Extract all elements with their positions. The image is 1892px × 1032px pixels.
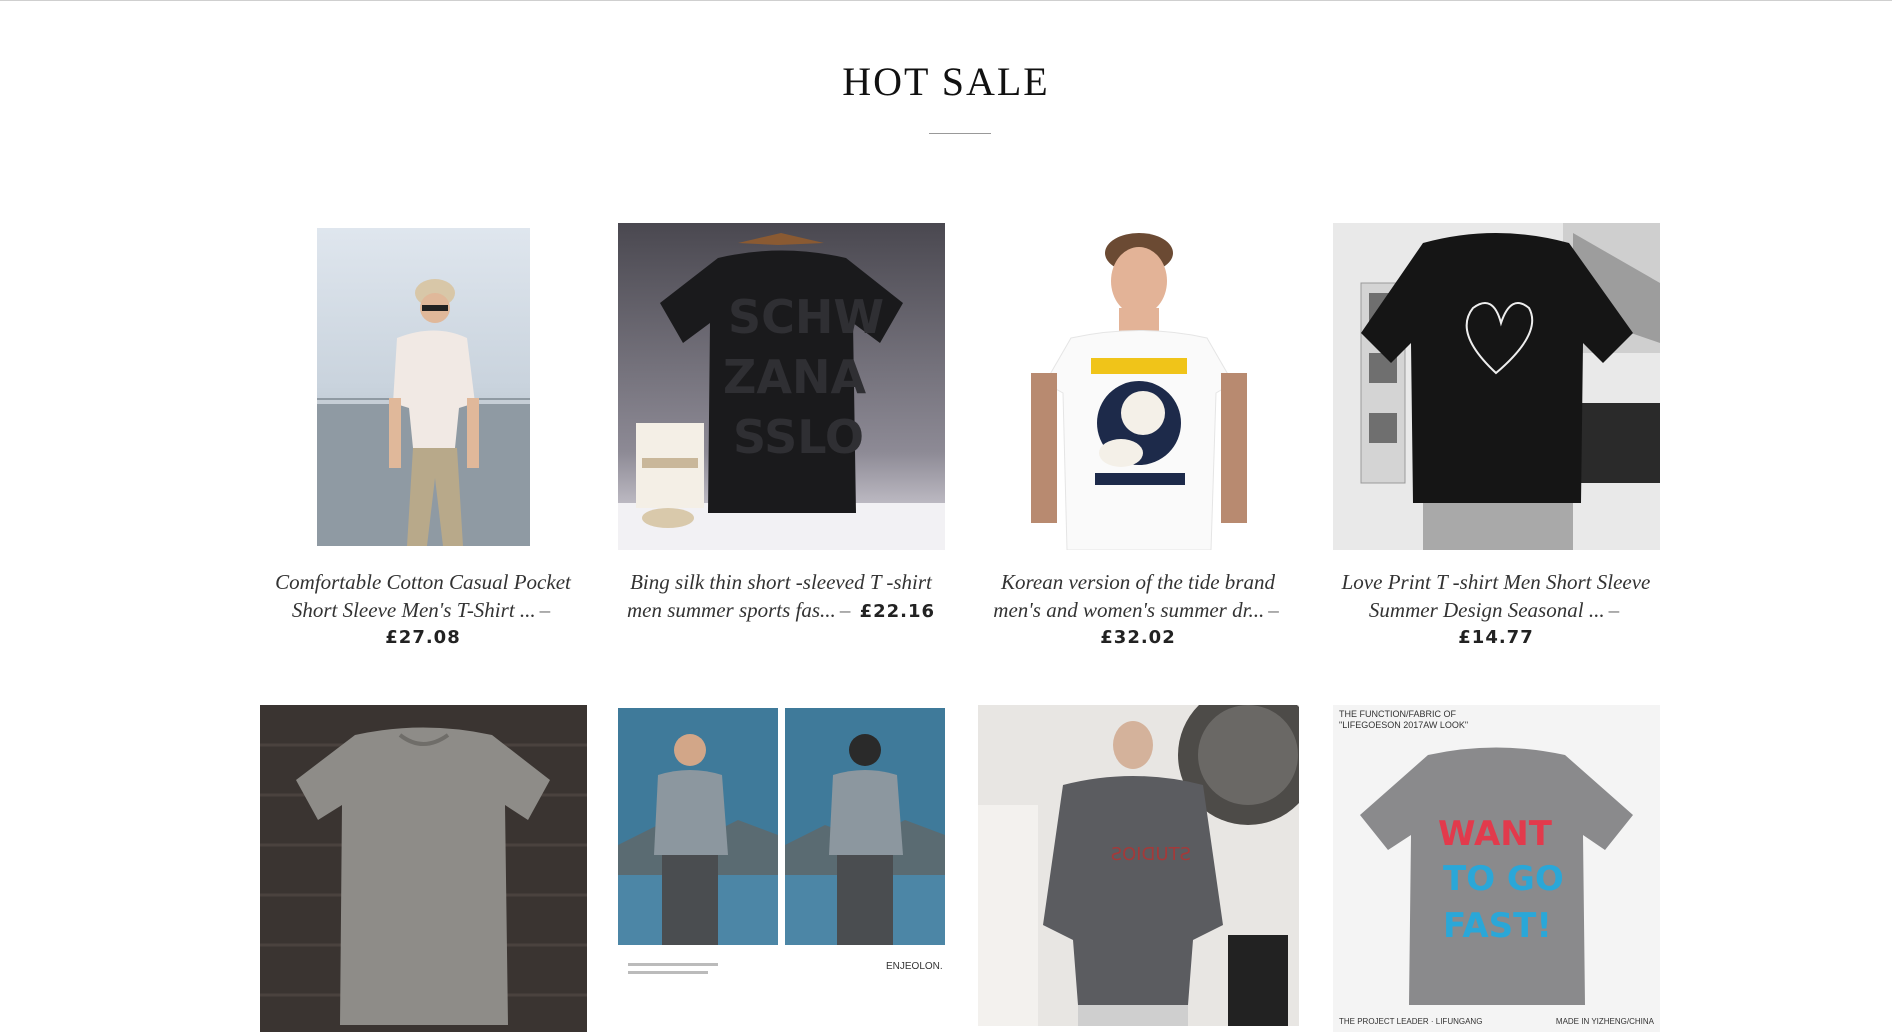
svg-text:TO GO: TO GO bbox=[1443, 859, 1564, 899]
product-caption-3[interactable]: Korean version of the tide brand men's a… bbox=[958, 568, 1318, 652]
product-caption-1[interactable]: Comfortable Cotton Casual Pocket Short S… bbox=[243, 568, 603, 652]
product-price: £32.02 bbox=[1100, 627, 1176, 648]
product-name-line1: Comfortable Cotton Casual Pocket bbox=[275, 570, 571, 594]
product-name-line1: Love Print T -shirt Men Short Sleeve bbox=[1341, 570, 1651, 594]
product-image-4[interactable] bbox=[1333, 223, 1660, 550]
svg-text:WANT: WANT bbox=[1438, 814, 1553, 854]
grey-tshirt-wood-photo-icon bbox=[260, 705, 587, 1032]
product-price: £27.08 bbox=[385, 627, 461, 648]
popeye-print-tshirt-photo-icon bbox=[1011, 223, 1267, 550]
svg-text:SCHW: SCHW bbox=[728, 290, 884, 344]
dash-separator: – bbox=[539, 598, 551, 622]
product-name-line1: Bing silk thin short -sleeved T -shirt bbox=[630, 570, 932, 594]
black-letter-tshirt-photo-icon: SCHW ZANA SSLO bbox=[618, 223, 945, 550]
heart-print-tshirt-photo-icon bbox=[1333, 223, 1660, 550]
section-title: HOT SALE bbox=[842, 59, 1050, 104]
image-header-line1: THE FUNCTION/FABRIC OF bbox=[1339, 709, 1456, 719]
product-caption-4[interactable]: Love Print T -shirt Men Short Sleeve Sum… bbox=[1316, 568, 1676, 652]
product-name-line2: Short Sleeve Men's T-Shirt ... bbox=[291, 598, 536, 622]
product-price: £14.77 bbox=[1458, 627, 1534, 648]
title-divider bbox=[929, 133, 991, 134]
product-image-8[interactable]: WANT TO GO FAST! THE FUNCTION/FABRIC OF … bbox=[1333, 705, 1660, 1032]
product-image-3[interactable] bbox=[1011, 223, 1267, 550]
product-name-line2: men summer sports fas... bbox=[626, 598, 836, 622]
product-caption-2[interactable]: Bing silk thin short -sleeved T -shirt m… bbox=[601, 568, 961, 626]
product-image-1[interactable] bbox=[317, 228, 530, 546]
image-header-text: THE FUNCTION/FABRIC OF "LIFEGOESON 2017A… bbox=[1339, 709, 1468, 731]
product-image-6[interactable]: ENJEOLON. bbox=[618, 705, 945, 1032]
product-image-7[interactable]: STUDIOS bbox=[978, 705, 1299, 1026]
top-border bbox=[0, 0, 1892, 1]
product-image-2[interactable]: SCHW ZANA SSLO bbox=[618, 223, 945, 550]
product-name-line2: men's and women's summer dr... bbox=[993, 598, 1265, 622]
product-name-line1: Korean version of the tide brand bbox=[1001, 570, 1275, 594]
svg-text:STUDIOS: STUDIOS bbox=[1111, 844, 1191, 865]
grey-longsleeve-photo-icon: STUDIOS bbox=[978, 705, 1299, 1026]
graffiti-tshirt-photo-icon: WANT TO GO FAST! bbox=[1333, 705, 1660, 1032]
product-price: £22.16 bbox=[859, 601, 936, 622]
svg-text:SSLO: SSLO bbox=[733, 410, 864, 464]
man-white-tshirt-photo-icon bbox=[317, 228, 530, 546]
image-header-line2: "LIFEGOESON 2017AW LOOK" bbox=[1339, 720, 1469, 730]
image-footer-left: THE PROJECT LEADER · LIFUNGANG bbox=[1339, 1017, 1483, 1026]
svg-text:ZANA: ZANA bbox=[723, 350, 866, 404]
product-name-line2: Summer Design Seasonal ... bbox=[1368, 598, 1605, 622]
brand-caption: ENJEOLON. bbox=[886, 961, 943, 972]
product-image-5[interactable] bbox=[260, 705, 587, 1032]
dash-separator: – bbox=[839, 598, 851, 622]
svg-text:FAST!: FAST! bbox=[1443, 906, 1552, 946]
man-grey-tshirt-lake-photo-icon bbox=[618, 705, 945, 1032]
dash-separator: – bbox=[1608, 598, 1620, 622]
dash-separator: – bbox=[1268, 598, 1279, 622]
image-footer-right: MADE IN YIZHENG/CHINA bbox=[1555, 1017, 1654, 1026]
